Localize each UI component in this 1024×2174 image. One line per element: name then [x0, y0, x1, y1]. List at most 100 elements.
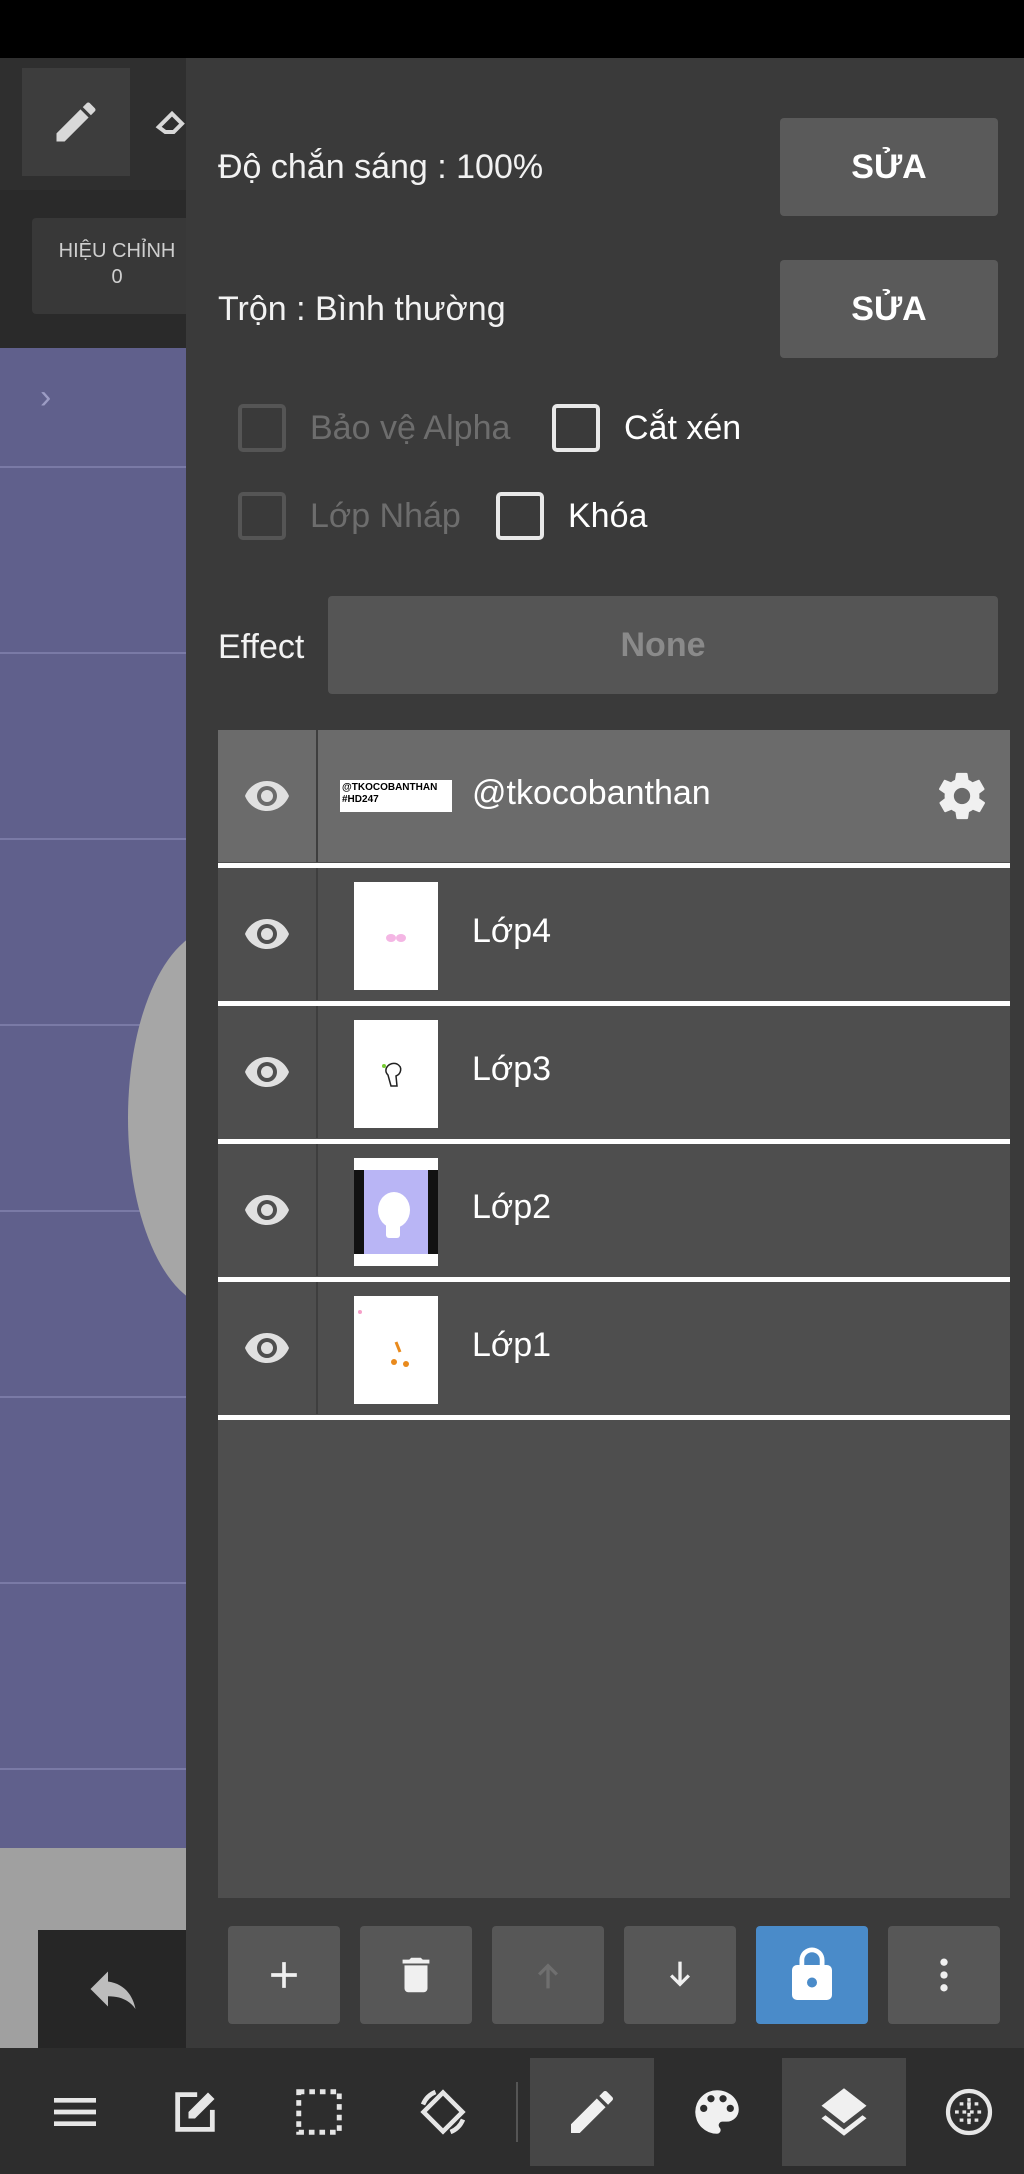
selection-icon: [296, 2089, 342, 2135]
eye-icon: [245, 1333, 289, 1363]
opacity-edit-button[interactable]: SỬA: [780, 118, 998, 216]
layer-actions-bar: [228, 1926, 1008, 2024]
arrow-up-icon: [538, 1963, 558, 1989]
toolbar-divider: [516, 2082, 518, 2142]
protect-alpha-label: Bảo vệ Alpha: [310, 408, 511, 447]
blend-mode-edit-button[interactable]: SỬA: [780, 260, 998, 358]
grid-line: [0, 1582, 186, 1584]
status-bar: [0, 0, 1024, 58]
globe-icon: [945, 2088, 993, 2136]
lock-label: Khóa: [568, 496, 648, 535]
move-layer-down-button[interactable]: [624, 1926, 736, 2024]
navigator-button[interactable]: [916, 2058, 1022, 2166]
menu-icon: [54, 2098, 96, 2126]
visibility-toggle[interactable]: [218, 868, 318, 1000]
background-app: HIỆU CHỈNH 0 ›: [0, 58, 186, 2048]
layer-name: Lớp3: [472, 1050, 552, 1088]
palette-icon: [695, 2090, 739, 2134]
rotate-button[interactable]: [390, 2058, 496, 2166]
lock-icon: [792, 1947, 832, 2000]
grid-line: [0, 838, 186, 840]
layer-row[interactable]: @TKOCOBANTHAN #HD247 @tkocobanthan: [218, 730, 1010, 868]
layer-thumbnail: [354, 1296, 438, 1404]
layer-thumbnail: [354, 882, 438, 990]
layer-name: Lớp1: [472, 1326, 552, 1364]
checkbox-box: [496, 492, 544, 540]
checkbox-box: [238, 492, 286, 540]
layer-name: Lớp4: [472, 912, 552, 950]
adjust-button[interactable]: HIỆU CHỈNH 0: [32, 218, 186, 314]
chevron-right-icon[interactable]: ›: [40, 378, 51, 417]
arrow-down-icon: [670, 1961, 690, 1987]
layers-icon: [821, 2088, 867, 2136]
clipping-label: Cắt xén: [624, 408, 742, 447]
visibility-toggle[interactable]: [218, 1006, 318, 1138]
layer-thumbnail: [354, 1158, 438, 1266]
undo-icon: [90, 1971, 136, 2009]
draft-layer-checkbox[interactable]: Lớp Nháp: [238, 492, 461, 540]
selection-button[interactable]: [266, 2058, 372, 2166]
effect-select[interactable]: None: [328, 596, 998, 694]
visibility-toggle[interactable]: [218, 1282, 318, 1414]
eye-icon: [245, 781, 289, 811]
trash-icon: [402, 1957, 430, 1993]
drawing-canvas[interactable]: [0, 348, 186, 1848]
visibility-toggle[interactable]: [218, 730, 318, 862]
layers-button[interactable]: [782, 2058, 906, 2166]
eraser-icon[interactable]: [152, 102, 186, 142]
layer-thumbnail: [354, 1020, 438, 1128]
grid-line: [0, 1768, 186, 1770]
adjust-label: HIỆU CHỈNH: [58, 240, 176, 262]
move-layer-up-button[interactable]: [492, 1926, 604, 2024]
plus-icon: [271, 1962, 297, 1988]
grid-line: [0, 652, 186, 654]
color-palette-button[interactable]: [664, 2058, 770, 2166]
layer-separator: [218, 1415, 1010, 1420]
edit-button[interactable]: [142, 2058, 248, 2166]
layer-name: Lớp2: [472, 1188, 552, 1226]
layer-thumbnail: @TKOCOBANTHAN #HD247: [340, 780, 452, 812]
blend-mode-label: Trộn : Bình thường: [218, 290, 506, 328]
protect-alpha-checkbox[interactable]: Bảo vệ Alpha: [238, 404, 510, 452]
layer-row[interactable]: Lớp4: [218, 868, 1010, 1006]
layer-name: @tkocobanthan: [472, 774, 711, 812]
opacity-label: Độ chắn sáng : 100%: [218, 148, 544, 186]
eye-icon: [245, 1057, 289, 1087]
bottom-toolbar: [0, 2048, 1024, 2174]
more-vertical-icon: [940, 1958, 948, 1992]
eye-icon: [245, 919, 289, 949]
delete-layer-button[interactable]: [360, 1926, 472, 2024]
grid-line: [0, 466, 186, 468]
layer-panel: Độ chắn sáng : 100% SỬA Trộn : Bình thườ…: [186, 58, 1024, 2048]
menu-button[interactable]: [22, 2058, 128, 2166]
pen-icon: [571, 2090, 614, 2133]
pen-icon: [56, 102, 96, 142]
edit-icon: [175, 2092, 215, 2132]
layer-list: @TKOCOBANTHAN #HD247 @tkocobanthan Lớp4: [218, 730, 1010, 1898]
eye-icon: [245, 1195, 289, 1225]
undo-button[interactable]: [38, 1930, 186, 2048]
gear-icon[interactable]: [934, 768, 990, 824]
effect-label: Effect: [218, 628, 305, 666]
layer-row[interactable]: Lớp3: [218, 1006, 1010, 1144]
grid-line: [0, 1396, 186, 1398]
layer-row[interactable]: Lớp1: [218, 1282, 1010, 1420]
thumbnail-text: @TKOCOBANTHAN: [342, 782, 438, 793]
pen-tool-button[interactable]: [530, 2058, 654, 2166]
visibility-toggle[interactable]: [218, 1144, 318, 1276]
background-toolbar: [0, 58, 186, 190]
lock-checkbox[interactable]: Khóa: [496, 492, 647, 540]
more-options-button[interactable]: [888, 1926, 1000, 2024]
canvas-shape: [128, 928, 186, 1308]
checkbox-box: [238, 404, 286, 452]
add-layer-button[interactable]: [228, 1926, 340, 2024]
clipping-checkbox[interactable]: Cắt xén: [552, 404, 741, 452]
lock-layer-button[interactable]: [756, 1926, 868, 2024]
rotate-icon: [420, 2089, 466, 2135]
background-pen-button[interactable]: [22, 68, 130, 176]
checkbox-box: [552, 404, 600, 452]
adjust-value: 0: [111, 266, 123, 288]
thumbnail-text: #HD247: [342, 794, 379, 805]
layer-row[interactable]: Lớp2: [218, 1144, 1010, 1282]
draft-layer-label: Lớp Nháp: [310, 496, 461, 535]
